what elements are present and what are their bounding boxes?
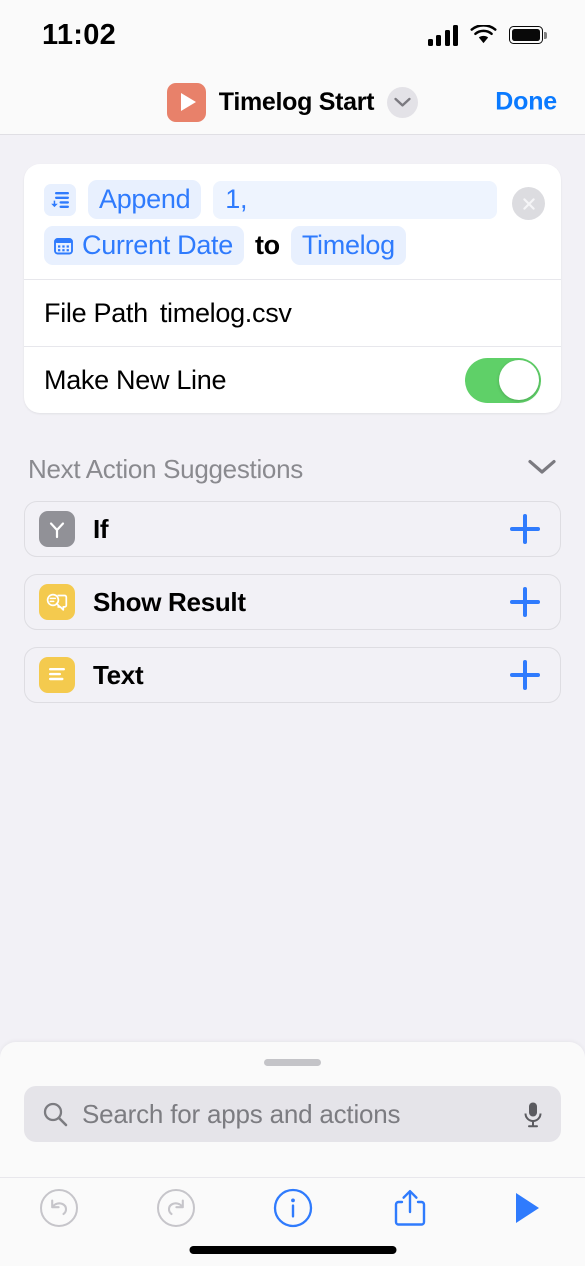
parameter-value[interactable]: timelog.csv [160,298,292,329]
wifi-icon [470,25,497,44]
next-action-suggestions-header[interactable]: Next Action Suggestions [28,454,557,485]
if-branch-icon [39,511,75,547]
close-icon[interactable] [512,187,545,220]
variable-token-label: Current Date [82,230,233,260]
sheet-grabber[interactable] [264,1059,321,1066]
home-indicator [189,1246,396,1254]
action-verb-token[interactable]: Append [88,180,202,219]
shortcuts-editor-screen: 11:02 Timelog Start Done Append 1, Curre… [0,0,585,1266]
share-icon [394,1190,425,1226]
share-button[interactable] [351,1187,468,1229]
suggestions-title: Next Action Suggestions [28,454,303,484]
signal-bars-icon [427,24,458,46]
redo-icon [156,1189,195,1227]
suggestion-label: If [93,513,109,544]
parameter-row-file-path[interactable]: File Path timelog.csv [24,279,561,346]
info-circle-icon [273,1188,312,1228]
plus-icon[interactable] [510,660,540,690]
action-library-sheet: Search for apps and actions [0,1042,585,1266]
shortcut-play-icon [166,82,206,122]
play-icon [515,1193,539,1223]
suggestion-label: Text [93,659,144,690]
target-file-token[interactable]: Timelog [290,226,406,265]
chevron-down-icon[interactable] [527,458,557,481]
parameter-row-make-new-line[interactable]: Make New Line [24,346,561,413]
redo-button[interactable] [117,1187,234,1229]
action-card-header: Append 1, Current Date to Timelog [24,164,561,279]
battery-full-icon [509,26,547,44]
suggestion-label: Show Result [93,586,246,617]
suggestions-list: If Show Result Text [24,501,561,720]
parameter-label: Make New Line [44,364,227,395]
action-card-append-to-file[interactable]: Append 1, Current Date to Timelog File P… [24,164,561,413]
search-bar[interactable]: Search for apps and actions [24,1086,561,1142]
search-input[interactable]: Search for apps and actions [82,1099,509,1130]
append-text-value: 1, [225,184,248,214]
info-button[interactable] [234,1187,351,1229]
plus-icon[interactable] [510,587,540,617]
page-title: Timelog Start [218,87,375,116]
plus-icon[interactable] [510,514,540,544]
make-new-line-toggle[interactable] [465,357,541,403]
run-button[interactable] [468,1189,585,1227]
undo-button[interactable] [0,1187,117,1229]
suggestion-row-show-result[interactable]: Show Result [24,574,561,630]
append-text-input[interactable]: 1, [213,180,497,219]
action-preposition: to [254,230,280,260]
status-bar-time: 11:02 [42,18,117,51]
done-button[interactable]: Done [495,88,557,117]
search-icon [43,1102,68,1127]
variable-token-current-date[interactable]: Current Date [44,226,244,265]
show-result-icon [39,584,75,620]
status-bar-indicators [427,24,547,46]
status-bar: 11:02 [0,0,585,70]
microphone-icon[interactable] [523,1101,543,1128]
editor-toolbar [0,1178,585,1238]
navigation-bar: Timelog Start Done [0,70,585,135]
calendar-icon [53,236,74,255]
undo-icon [39,1189,78,1227]
parameter-label: File Path [44,297,148,328]
suggestion-row-text[interactable]: Text [24,647,561,703]
chevron-down-icon[interactable] [387,86,419,118]
text-lines-icon [39,657,75,693]
suggestion-row-if[interactable]: If [24,501,561,557]
append-to-file-icon [44,183,76,216]
